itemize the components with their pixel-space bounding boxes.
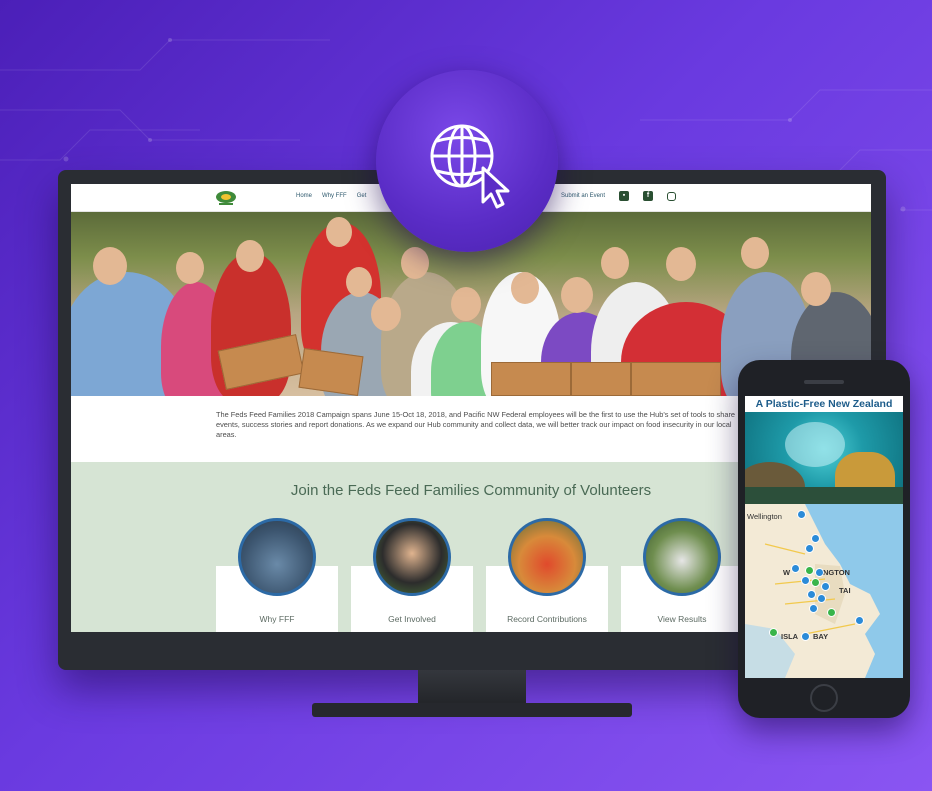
record-contributions-photo[interactable] xyxy=(508,518,586,596)
nav-link-submit-event[interactable]: Submit an Event xyxy=(561,193,605,199)
map-pin[interactable] xyxy=(801,632,810,641)
get-involved-photo[interactable] xyxy=(373,518,451,596)
nav-link-get-involved[interactable]: Get xyxy=(357,193,367,199)
map-coastline xyxy=(745,504,903,678)
why-fff-photo[interactable] xyxy=(238,518,316,596)
map-label-isla: ISLA xyxy=(781,632,799,641)
monitor-base xyxy=(312,703,632,717)
twitter-icon[interactable]: ▪ xyxy=(619,191,630,201)
phone-app-title: A Plastic-Free New Zealand xyxy=(755,398,893,410)
map-label-tai: TAI xyxy=(839,586,851,595)
map-pin[interactable] xyxy=(855,616,864,625)
map-pin[interactable] xyxy=(817,594,826,603)
card-label: Get Involved xyxy=(388,614,436,624)
view-results-photo[interactable] xyxy=(643,518,721,596)
phone-screen: A Plastic-Free New Zealand Wellington W … xyxy=(745,396,903,678)
reef-photo xyxy=(745,412,903,504)
phone-speaker xyxy=(804,380,844,384)
map-pin[interactable] xyxy=(801,576,810,585)
card-label: View Results xyxy=(657,614,707,624)
facebook-icon[interactable]: f xyxy=(643,191,654,201)
monitor-neck xyxy=(418,670,526,706)
map-label-ngton: NGTON xyxy=(823,568,850,577)
map-pin[interactable] xyxy=(797,510,806,519)
campaign-intro-text: The Feds Feed Families 2018 Campaign spa… xyxy=(216,410,736,439)
map-pin[interactable] xyxy=(805,544,814,553)
card-label: Why FFF xyxy=(259,614,295,624)
card-label: Record Contributions xyxy=(507,614,587,624)
map-pin[interactable] xyxy=(811,534,820,543)
phone-home-button[interactable] xyxy=(810,684,838,712)
nav-link-home[interactable]: Home xyxy=(296,193,312,199)
map-label-bay: BAY xyxy=(813,632,829,641)
map-label-w: W xyxy=(783,568,791,577)
nav-links: Home Why FFF Get xyxy=(296,193,366,199)
instagram-icon[interactable] xyxy=(667,191,677,201)
map-pin[interactable] xyxy=(791,564,800,573)
nav-right: Submit an Event ▪ f xyxy=(561,191,677,201)
mobile-phone: A Plastic-Free New Zealand Wellington W … xyxy=(738,360,910,718)
map-pin[interactable] xyxy=(811,578,820,587)
map-pin[interactable] xyxy=(807,590,816,599)
fff-logo-icon[interactable] xyxy=(211,189,241,207)
map-view[interactable]: Wellington W NGTON ISLA BAY TAI xyxy=(745,504,903,678)
map-pin[interactable] xyxy=(821,582,830,591)
globe-badge xyxy=(376,70,558,252)
map-pin[interactable] xyxy=(815,568,824,577)
map-pin[interactable] xyxy=(827,608,836,617)
map-pin[interactable] xyxy=(809,604,818,613)
globe-cursor-icon xyxy=(430,124,510,209)
map-pin[interactable] xyxy=(805,566,814,575)
nav-link-why-fff[interactable]: Why FFF xyxy=(322,193,347,199)
map-label-wellington: Wellington xyxy=(747,512,782,521)
map-pin[interactable] xyxy=(769,628,778,637)
